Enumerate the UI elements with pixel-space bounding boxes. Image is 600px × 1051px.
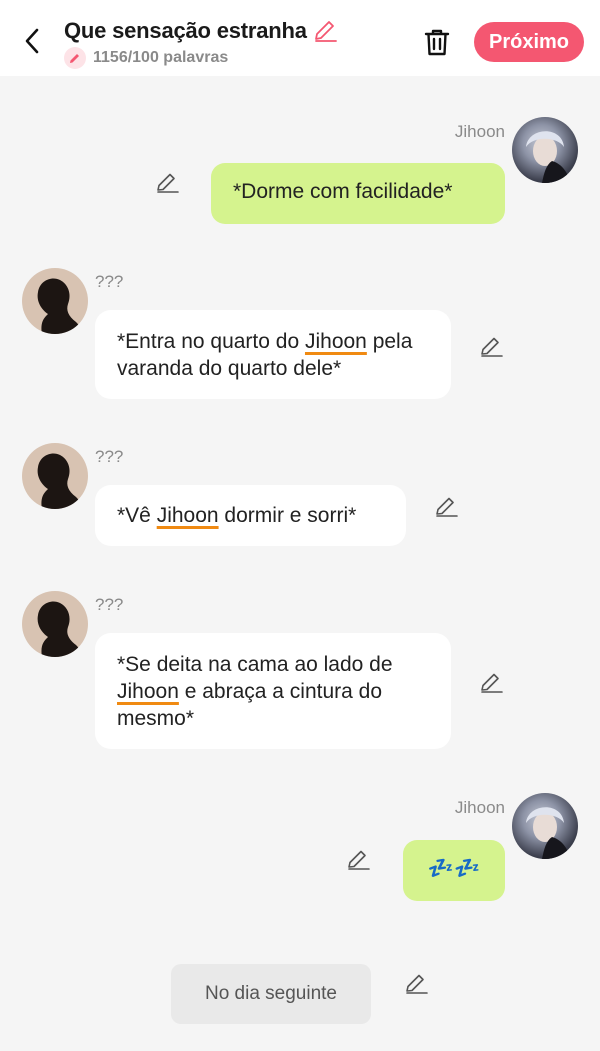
speaker-name: ??? xyxy=(95,447,124,466)
pencil-icon[interactable] xyxy=(154,170,180,196)
speaker-name: ??? xyxy=(95,272,124,291)
message-text: *Vê Jihoon dormir e sorri* xyxy=(117,504,357,527)
message-bubble[interactable]: *Entra no quarto do Jihoon pela varanda … xyxy=(95,310,451,399)
next-button[interactable]: Próximo xyxy=(474,22,584,62)
title-row: Que sensação estranha xyxy=(64,17,339,45)
character-mention: Jihoon xyxy=(156,504,219,527)
pencil-icon[interactable] xyxy=(478,334,504,360)
message-bubble[interactable]: *Vê Jihoon dormir e sorri* xyxy=(95,485,406,546)
message-text: *Entra no quarto do Jihoon pela varanda … xyxy=(117,330,413,380)
pencil-icon[interactable] xyxy=(433,494,459,520)
pencil-icon[interactable] xyxy=(403,971,429,997)
pencil-icon xyxy=(64,47,86,69)
avatar[interactable] xyxy=(512,793,578,859)
avatar[interactable] xyxy=(512,117,578,183)
trash-icon[interactable] xyxy=(421,26,453,58)
pencil-icon[interactable] xyxy=(345,847,371,873)
speaker-name: Jihoon xyxy=(454,798,505,817)
message-bubble[interactable]: 💤💤 xyxy=(403,840,505,901)
message-text: *Dorme com facilidade* xyxy=(233,180,453,203)
narration-box[interactable]: No dia seguinte xyxy=(171,964,371,1024)
avatar[interactable] xyxy=(22,443,88,509)
character-mention: Jihoon xyxy=(304,330,367,353)
pencil-icon[interactable] xyxy=(478,670,504,696)
top-bar: Que sensação estranha 1156/100 palavras … xyxy=(0,0,600,76)
message-text: 💤💤 xyxy=(427,857,481,880)
pencil-icon[interactable] xyxy=(311,17,339,45)
chevron-left-icon[interactable] xyxy=(20,26,46,56)
message-bubble[interactable]: *Se deita na cama ao lado de Jihoon e ab… xyxy=(95,633,451,749)
speaker-name: ??? xyxy=(95,595,124,614)
message-text: *Se deita na cama ao lado de Jihoon e ab… xyxy=(117,653,393,730)
speaker-name: Jihoon xyxy=(454,122,505,141)
word-count: 1156/100 palavras xyxy=(93,49,229,66)
character-mention: Jihoon xyxy=(117,680,179,703)
avatar[interactable] xyxy=(22,268,88,334)
word-count-row: 1156/100 palavras xyxy=(64,47,228,69)
story-title: Que sensação estranha xyxy=(64,18,307,43)
narration-text: No dia seguinte xyxy=(204,983,338,1004)
avatar[interactable] xyxy=(22,591,88,657)
message-bubble[interactable]: *Dorme com facilidade* xyxy=(211,163,505,224)
